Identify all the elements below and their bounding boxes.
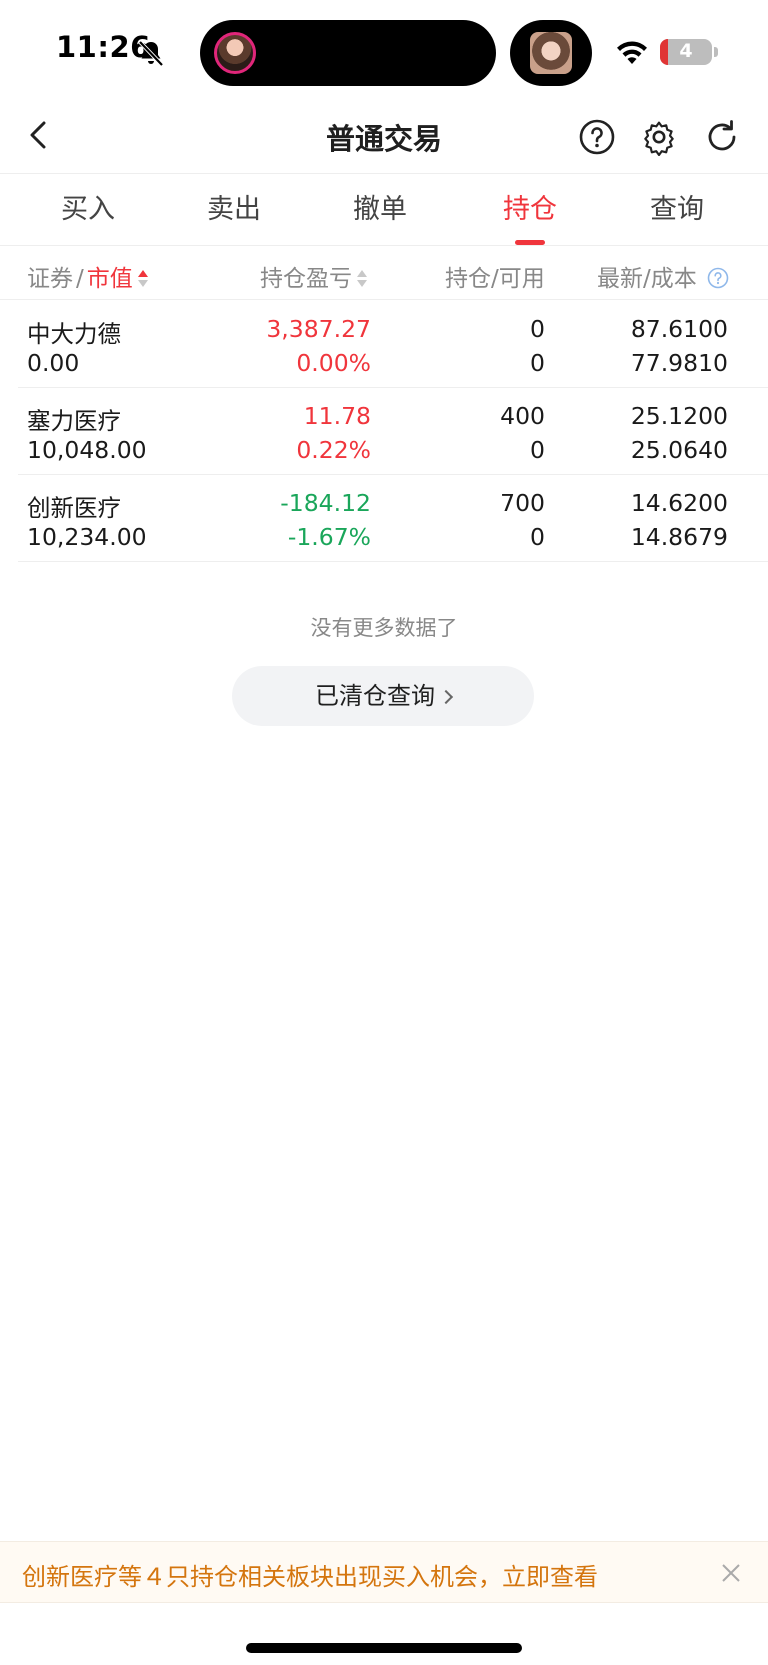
profit-loss-percent: -1.67% (287, 523, 371, 551)
profit-loss-percent: 0.00% (296, 349, 371, 377)
position-row[interactable]: 创新医疗 10,234.00 -184.12 -1.67% 700 0 14.6… (18, 475, 768, 562)
cost-price: 14.8679 (630, 523, 728, 551)
page-title: 普通交易 (325, 122, 442, 156)
battery-indicator: 4 (660, 39, 712, 65)
help-icon[interactable] (578, 118, 616, 156)
security-name: 中大力德 (27, 320, 121, 348)
status-bar: 11:26 4 (0, 0, 768, 100)
close-icon[interactable] (719, 1561, 743, 1585)
info-icon[interactable] (707, 267, 729, 289)
notice-text[interactable]: 创新医疗等４只持仓相关板块出现买入机会，立即查看 (22, 1557, 598, 1592)
available-qty: 0 (530, 436, 545, 464)
gear-icon[interactable] (640, 118, 678, 156)
cleared-positions-button[interactable]: 已清仓查询 (232, 666, 534, 726)
position-row[interactable]: 塞力医疗 10,048.00 11.78 0.22% 400 0 25.1200… (18, 388, 768, 475)
sort-icon (356, 268, 368, 288)
chevron-right-icon (438, 689, 454, 705)
available-qty: 0 (530, 349, 545, 377)
live-activity-avatar (214, 32, 256, 74)
position-qty: 700 (500, 489, 545, 517)
market-value: 10,048.00 (27, 436, 147, 464)
home-indicator[interactable] (246, 1643, 522, 1653)
header-market-value-label: 市值 (86, 266, 133, 292)
header-separator: / (76, 266, 84, 292)
profit-loss: -184.12 (280, 489, 371, 517)
battery-cap (714, 47, 718, 57)
header-latest-cost-label: 最新/成本 (597, 266, 697, 292)
available-qty: 0 (530, 523, 545, 551)
market-value: 10,234.00 (27, 523, 147, 551)
active-tab-indicator (515, 240, 545, 245)
tab-positions[interactable]: 持仓 (457, 174, 603, 246)
back-icon[interactable] (22, 118, 56, 152)
latest-price: 25.1200 (630, 402, 728, 430)
cost-price: 77.9810 (630, 349, 728, 377)
header-security-market-value[interactable]: 证券 / 市值 (27, 259, 149, 293)
refresh-icon[interactable] (703, 118, 741, 156)
battery-percent: 4 (679, 40, 693, 62)
header-latest-cost: 最新/成本 (597, 259, 729, 293)
header-security-label: 证券 (27, 266, 73, 292)
position-row[interactable]: 中大力德 0.00 3,387.27 0.00% 0 0 87.6100 77.… (18, 301, 768, 388)
tab-sell[interactable]: 卖出 (161, 174, 307, 246)
header-profit-loss-label: 持仓盈亏 (260, 266, 352, 292)
no-more-data-text: 没有更多数据了 (310, 616, 458, 640)
header-position-available: 持仓/可用 (445, 266, 545, 292)
latest-price: 87.6100 (630, 315, 728, 343)
positions-table-header: 证券 / 市值 持仓盈亏 持仓/可用 最新/成本 (0, 246, 768, 300)
live-activity-avatar-secondary (530, 32, 572, 74)
latest-price: 14.6200 (630, 489, 728, 517)
profit-loss-percent: 0.22% (296, 436, 371, 464)
header-profit-loss[interactable]: 持仓盈亏 (260, 259, 368, 293)
tab-query[interactable]: 查询 (604, 174, 750, 246)
security-name: 创新医疗 (27, 494, 121, 522)
security-name: 塞力医疗 (27, 407, 121, 435)
position-qty: 400 (500, 402, 545, 430)
market-value: 0.00 (27, 349, 80, 377)
nav-bar: 普通交易 (0, 100, 768, 174)
cleared-positions-label: 已清仓查询 (315, 682, 435, 710)
tab-cancel-order[interactable]: 撤单 (307, 174, 453, 246)
dynamic-island (200, 20, 496, 86)
profit-loss: 11.78 (303, 402, 371, 430)
sort-asc-icon (137, 268, 149, 288)
dynamic-island-secondary (510, 20, 592, 86)
position-qty: 0 (530, 315, 545, 343)
tab-buy[interactable]: 买入 (15, 174, 161, 246)
bell-muted-icon (138, 40, 164, 67)
profit-loss: 3,387.27 (266, 315, 371, 343)
wifi-icon (617, 41, 647, 64)
cost-price: 25.0640 (630, 436, 728, 464)
opportunity-notice-banner[interactable]: 创新医疗等４只持仓相关板块出现买入机会，立即查看 (0, 1541, 768, 1603)
trade-tabs: 买入 卖出 撤单 持仓 查询 (0, 174, 768, 246)
